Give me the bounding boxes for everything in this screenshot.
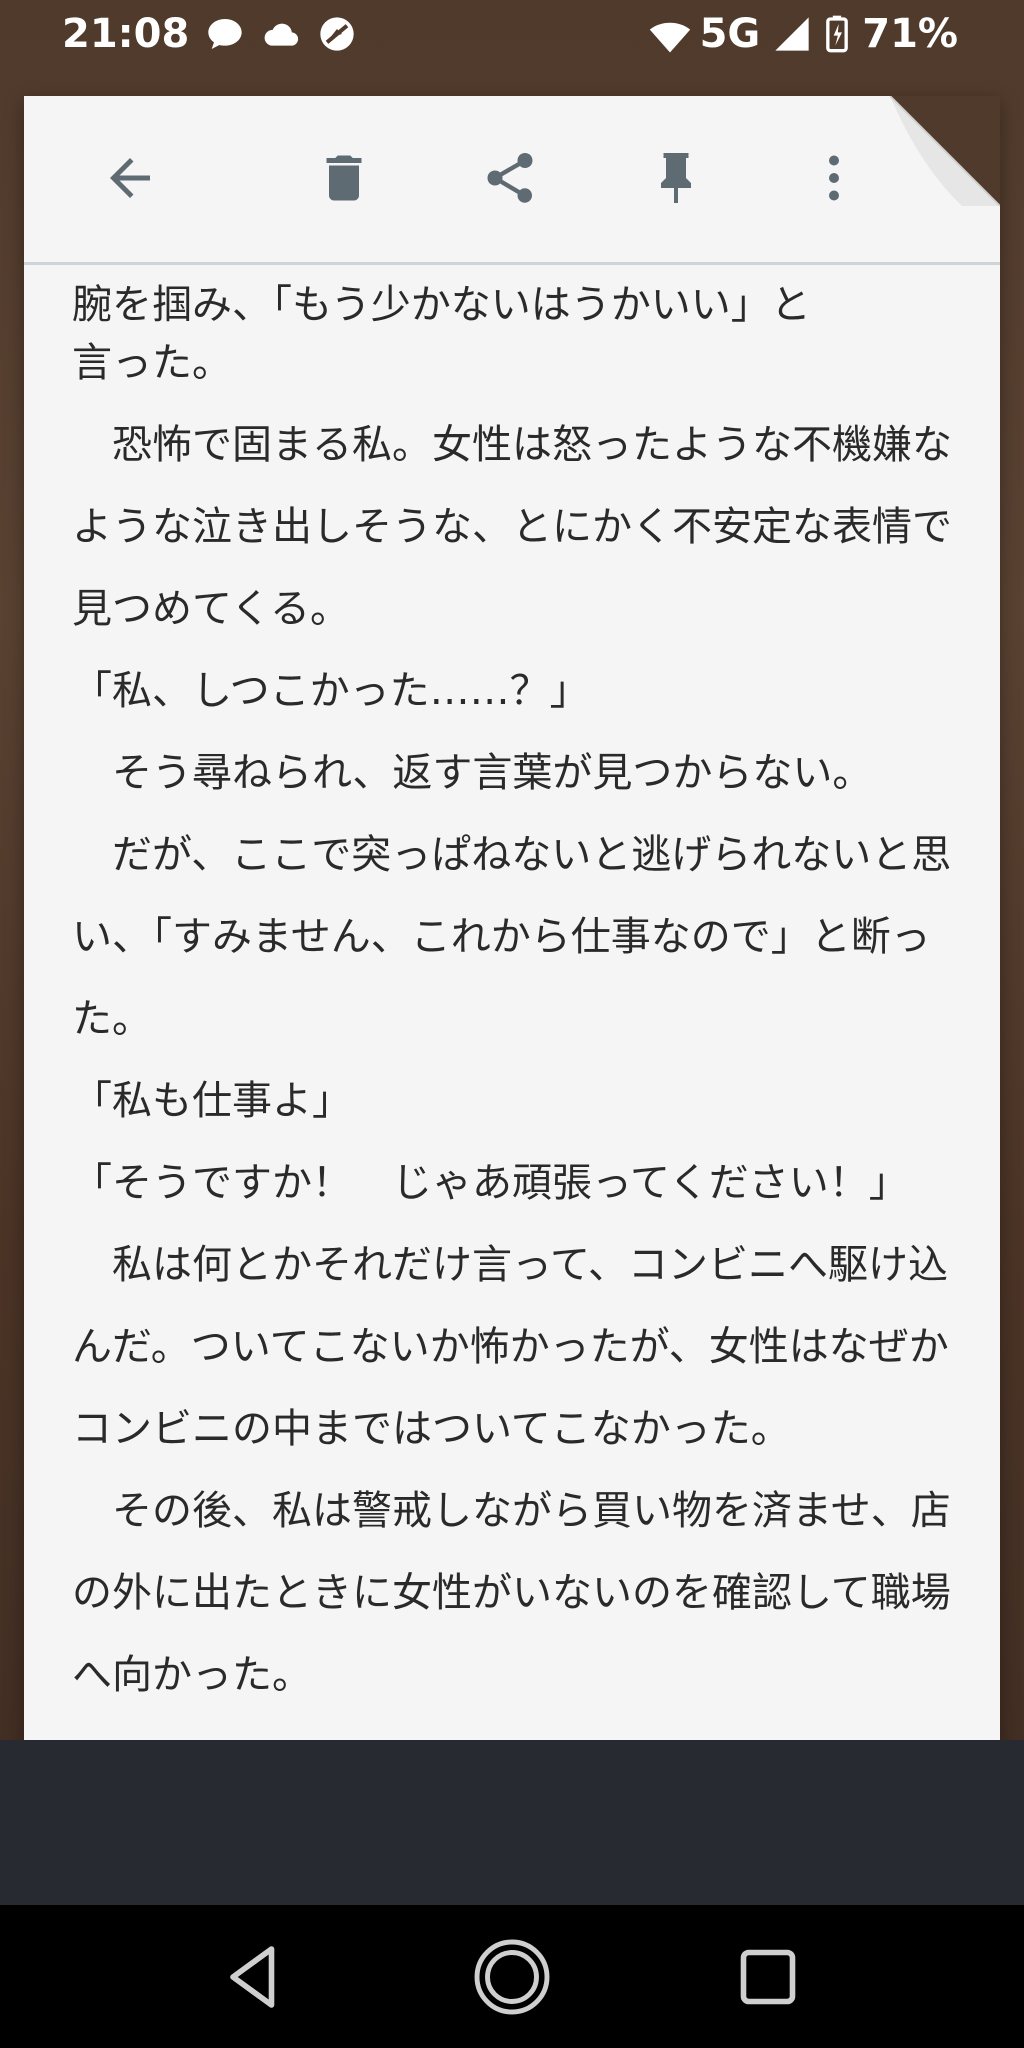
pin-icon [661, 153, 691, 203]
note-paragraph: そう尋ねられ、返す言葉が見つからない。 [72, 750, 873, 796]
network-type: 5G [699, 11, 761, 57]
trash-icon [326, 155, 362, 201]
status-bar: 21:08 5G 71% [0, 0, 1024, 72]
signal-icon [772, 14, 812, 54]
back-arrow-icon [110, 158, 150, 198]
share-button[interactable] [474, 142, 546, 214]
delete-button[interactable] [308, 142, 380, 214]
wallpaper-bottom-band [0, 1740, 1024, 1905]
chat-bubble-icon [205, 14, 245, 54]
status-left: 21:08 [62, 10, 357, 58]
status-time: 21:08 [62, 11, 190, 57]
note-toolbar [24, 96, 1000, 265]
note-card: 腕を掴み、「もう少かないはうかいい」と 言った。 恐怖で固まる私。女性は怒ったよ… [24, 96, 1000, 1880]
page-curl-decoration [890, 96, 1000, 206]
battery-percent: 71% [862, 11, 958, 57]
note-paragraph: 私は何とかそれだけ言って、コンビニへ駆け込んだ。ついてこないか怖かったが、女性は… [72, 1242, 949, 1452]
battery-icon [824, 14, 850, 54]
no-sound-icon [317, 14, 357, 54]
more-vert-icon [829, 155, 839, 201]
navigation-bar [0, 1905, 1024, 2048]
note-body[interactable]: 言った。 恐怖で固まる私。女性は怒ったような不機嫌なような泣き出しそうな、とにか… [72, 322, 952, 1716]
home-circle-icon [474, 1939, 550, 2015]
pin-button[interactable] [640, 142, 712, 214]
recents-square-icon [740, 1949, 796, 2005]
note-paragraph: 「私も仕事よ」 [72, 1078, 352, 1124]
status-right: 5G 71% [648, 10, 958, 58]
cloud-icon [261, 14, 301, 54]
back-button[interactable] [94, 142, 166, 214]
wifi-icon [648, 14, 690, 54]
note-paragraph: 「そうですか！ じゃあ頑張ってください！」 [72, 1160, 909, 1206]
nav-back-button[interactable] [208, 1931, 300, 2023]
more-options-button[interactable] [798, 142, 870, 214]
back-triangle-icon [230, 1946, 275, 2008]
note-paragraph: 「私、しつこかった……？」 [72, 668, 590, 714]
share-icon [487, 153, 533, 203]
note-paragraph: 恐怖で固まる私。女性は怒ったような不機嫌なような泣き出しそうな、とにかく不安定な… [72, 422, 952, 632]
note-paragraph: だが、ここで突っぱねないと逃げられないと思い、「すみません、これから仕事なので」… [72, 832, 952, 1042]
note-paragraph: その後、私は警戒しながら買い物を済ませ、店の外に出たときに女性がいないのを確認し… [72, 1488, 951, 1698]
note-paragraph: 言った。 [72, 340, 232, 386]
nav-home-button[interactable] [466, 1931, 558, 2023]
nav-recents-button[interactable] [722, 1931, 814, 2023]
